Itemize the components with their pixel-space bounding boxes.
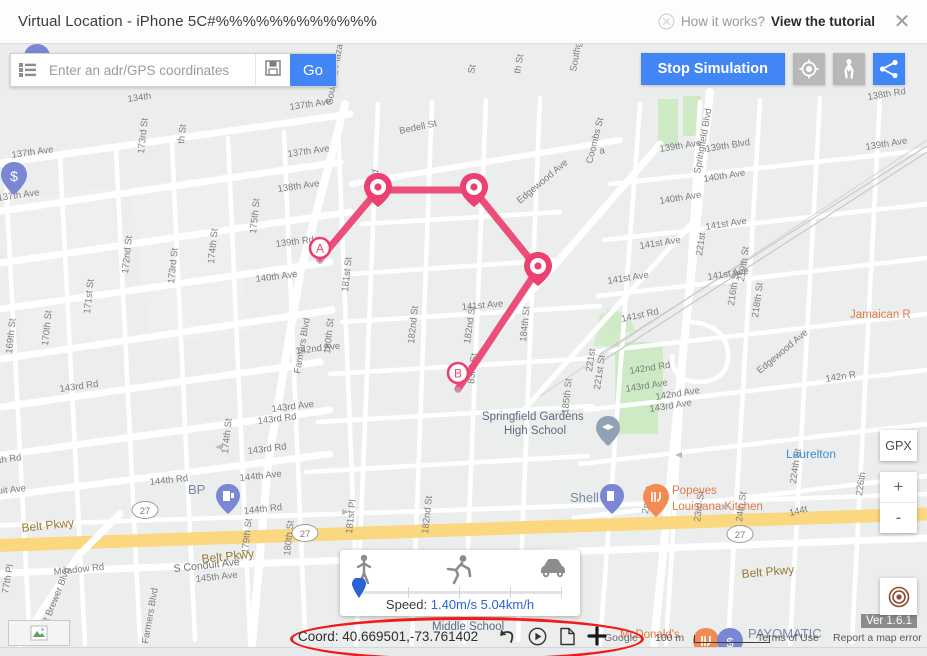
speed-mode-icons	[340, 554, 580, 588]
svg-text:Shell: Shell	[570, 490, 599, 505]
speed-readout: Speed: 1.40m/s 5.04km/h	[340, 597, 580, 612]
google-logo-placeholder	[8, 620, 70, 646]
page-title: Virtual Location - iPhone 5C#%%%%%%%%%%%…	[18, 13, 377, 30]
version-badge: Ver 1.6.1	[860, 614, 917, 628]
search-bar[interactable]: Go	[10, 53, 337, 87]
title-bar: Virtual Location - iPhone 5C#%%%%%%%%%%%…	[0, 0, 927, 44]
zoom-in-button[interactable]: +	[880, 472, 917, 503]
speed-panel[interactable]: Speed: 1.40m/s 5.04km/h	[340, 550, 580, 616]
virtual-location-app: Virtual Location - iPhone 5C#%%%%%%%%%%%…	[0, 0, 927, 656]
copy-file-icon[interactable]	[552, 623, 582, 649]
zoom-controls: + -	[880, 472, 917, 533]
tutorial-area[interactable]: How it works? View the tutorial	[658, 13, 875, 30]
svg-text:$: $	[10, 168, 18, 184]
how-it-works-label: How it works?	[680, 14, 765, 29]
speed-value: 1.40m/s 5.04km/h	[430, 597, 535, 612]
save-location-button[interactable]	[255, 54, 290, 86]
coordinate-bar: Coord: 40.669501,-73.761402	[298, 622, 612, 650]
close-icon[interactable]: ✕	[891, 11, 913, 33]
speed-slider-track[interactable]	[358, 587, 562, 598]
scale-label: 100 m	[655, 632, 685, 644]
simulation-controls: Stop Simulation	[640, 53, 905, 85]
report-map-error-link[interactable]: Report a map error	[833, 632, 922, 644]
speed-slider-handle[interactable]	[352, 577, 366, 598]
locate-target-icon[interactable]	[880, 578, 917, 615]
car-icon[interactable]	[538, 554, 568, 585]
svg-text:BP: BP	[188, 482, 205, 497]
play-circle-icon[interactable]	[522, 623, 552, 649]
svg-text:Springfield Gardens: Springfield Gardens	[482, 411, 584, 423]
coordinate-label: Coord: 40.669501,-73.761402	[298, 628, 479, 644]
svg-text:Louisiana Kitchen: Louisiana Kitchen	[672, 501, 763, 513]
target-icon[interactable]	[793, 53, 825, 85]
route-share-icon[interactable]	[873, 53, 905, 85]
zoom-out-button[interactable]: -	[880, 503, 917, 533]
gpx-button[interactable]: GPX	[880, 430, 917, 461]
undo-arrow-icon[interactable]	[492, 623, 522, 649]
view-tutorial-link[interactable]: View the tutorial	[771, 14, 875, 29]
svg-text:Laurelton: Laurelton	[786, 447, 836, 461]
svg-text:B: B	[454, 367, 462, 381]
svg-text:Popeyes: Popeyes	[672, 485, 717, 497]
search-input[interactable]	[43, 54, 255, 86]
running-person-icon[interactable]	[444, 554, 474, 591]
go-button[interactable]: Go	[290, 54, 336, 86]
pedestrian-icon[interactable]	[833, 53, 865, 85]
svg-text:A: A	[316, 242, 324, 256]
floppy-disk-icon	[265, 59, 281, 81]
list-icon[interactable]	[11, 54, 43, 86]
question-circle-icon	[658, 13, 675, 30]
terms-of-use-link[interactable]: Terms of Use	[757, 632, 819, 644]
svg-text:27: 27	[735, 530, 746, 541]
plus-icon[interactable]	[582, 623, 612, 649]
stop-simulation-button[interactable]: Stop Simulation	[640, 53, 785, 85]
svg-text:27: 27	[140, 506, 151, 517]
speed-label: Speed:	[385, 597, 428, 612]
svg-text:High School: High School	[504, 425, 566, 437]
svg-text:th St: th St	[176, 123, 189, 144]
svg-text:27: 27	[300, 529, 311, 540]
svg-text:Jamaican R: Jamaican R	[850, 309, 911, 321]
